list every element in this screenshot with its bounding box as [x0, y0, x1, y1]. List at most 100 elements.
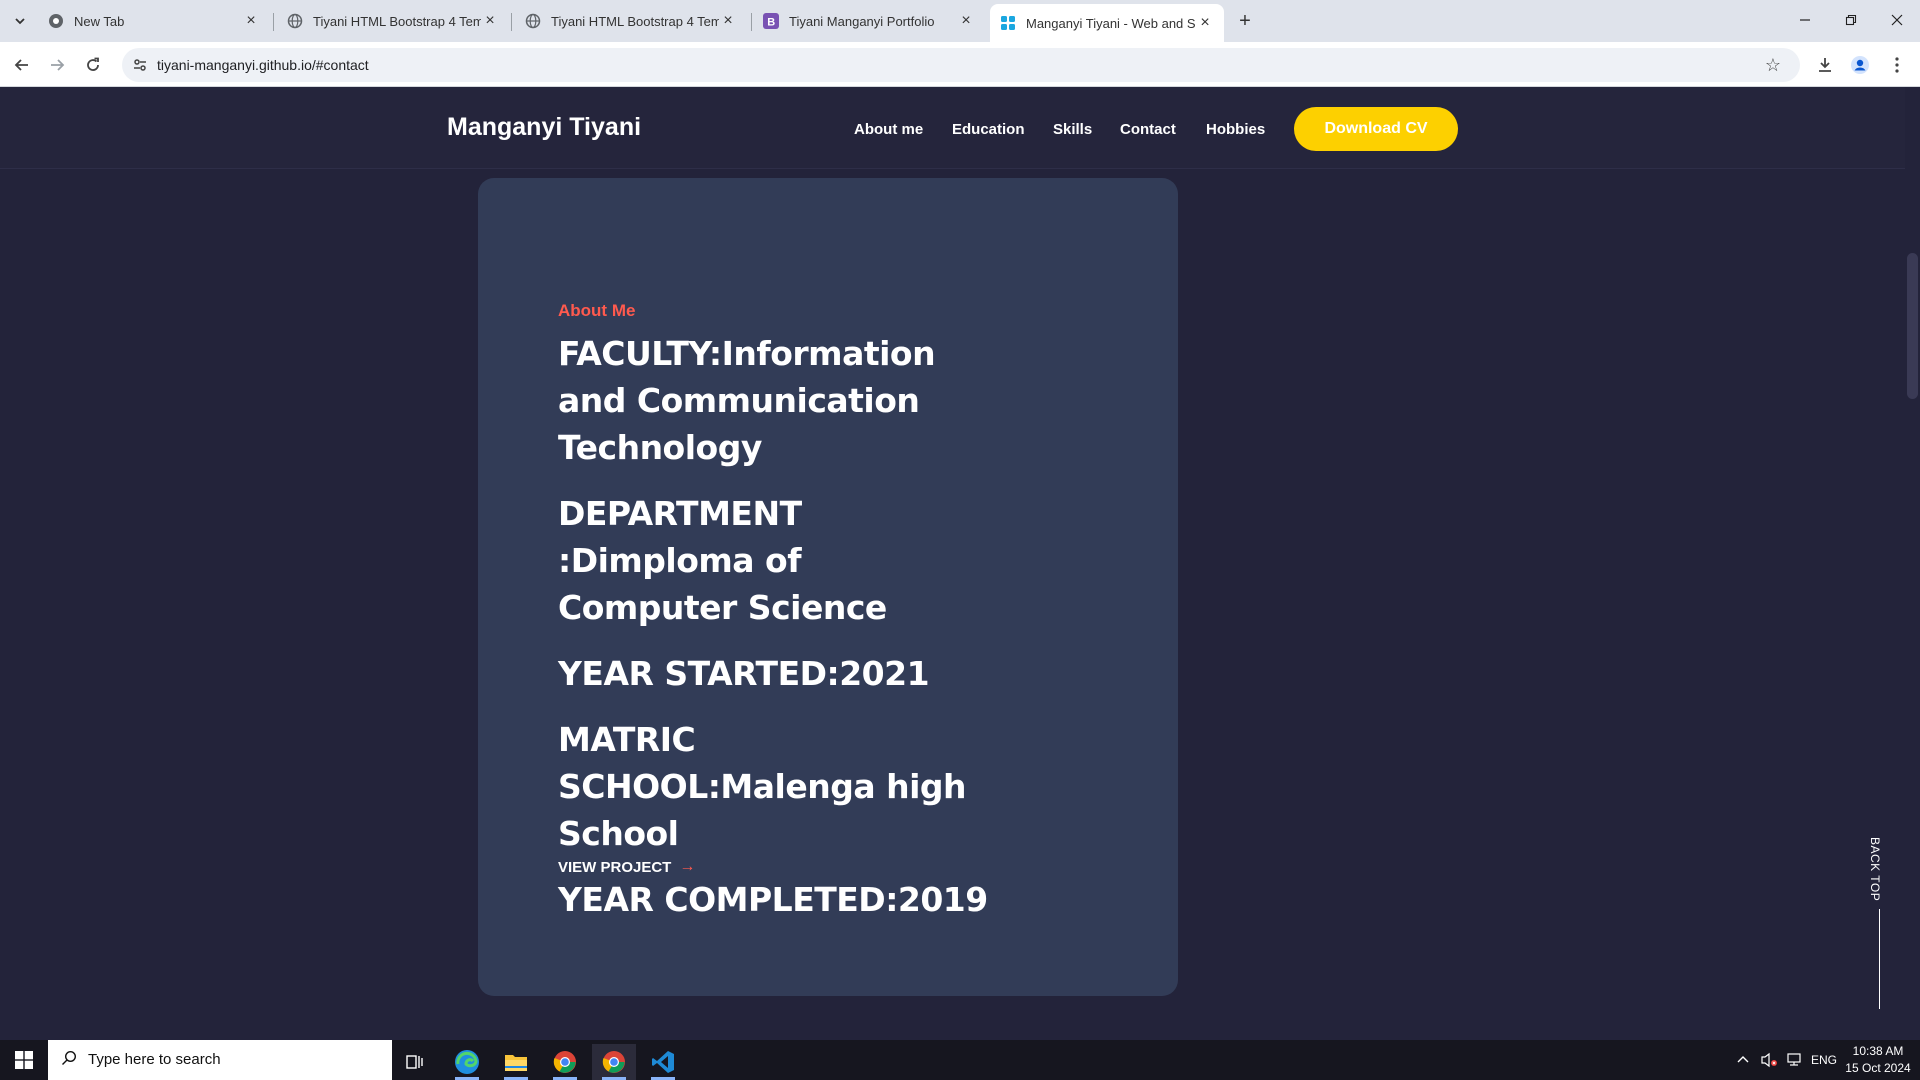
taskbar-chrome-1[interactable]: [543, 1044, 587, 1080]
reload-icon: [87, 57, 99, 71]
tray-chevron-up-icon[interactable]: [1736, 1040, 1750, 1080]
tab-bar: New Tab × Tiyani HTML Bootstrap 4 Templ …: [0, 0, 1920, 42]
education-facts: FACULTY:Information and Communication Te…: [558, 330, 988, 942]
fact-department: DEPARTMENT :Dimploma of Computer Science: [558, 494, 887, 627]
tab-title: New Tab: [74, 13, 125, 29]
input-language[interactable]: ENG: [1811, 1040, 1837, 1080]
close-tab-icon[interactable]: ×: [957, 12, 975, 30]
site-settings-icon[interactable]: [130, 55, 150, 75]
site-icon: [1000, 15, 1016, 31]
site-brand[interactable]: Manganyi Tiyani: [447, 113, 641, 142]
chrome-icon: [48, 13, 64, 29]
menu-button[interactable]: [1883, 51, 1911, 79]
tab-title: Tiyani HTML Bootstrap 4 Templ: [551, 13, 719, 29]
view-project-label: VIEW PROJECT: [558, 858, 672, 876]
folder-icon: [505, 1055, 527, 1071]
search-placeholder: Type here to search: [88, 1051, 221, 1068]
tab-title: Manganyi Tiyani - Web and Sof: [1026, 15, 1196, 31]
tab-divider: [273, 13, 274, 31]
clock-date: 15 Oct 2024: [1845, 1061, 1911, 1075]
scrollbar-track[interactable]: [1905, 87, 1920, 1040]
address-bar[interactable]: tiyani-manganyi.github.io/#contact ☆: [122, 48, 1800, 82]
task-view-icon: [406, 1055, 423, 1069]
bootstrap-icon: B: [763, 13, 779, 29]
svg-text:B: B: [767, 17, 775, 29]
arrow-left-icon: [14, 59, 28, 71]
fact-faculty: FACULTY:Information and Communication Te…: [558, 334, 936, 467]
taskbar-file-explorer[interactable]: [494, 1044, 538, 1080]
section-eyebrow: About Me: [558, 301, 636, 320]
close-tab-icon[interactable]: ×: [242, 12, 260, 30]
about-card: About Me FACULTY:Information and Communi…: [478, 178, 1178, 996]
nav-link-education[interactable]: Education: [952, 121, 1025, 138]
chrome-icon: [602, 1051, 625, 1073]
view-project-link[interactable]: VIEW PROJECT →: [558, 858, 695, 876]
taskbar-clock[interactable]: 10:38 AM 15 Oct 2024: [1842, 1043, 1914, 1077]
clock-time: 10:38 AM: [1852, 1044, 1904, 1058]
close-tab-icon[interactable]: ×: [1196, 14, 1214, 32]
back-button[interactable]: [8, 51, 36, 79]
network-icon[interactable]: [1785, 1040, 1803, 1080]
tab-bootstrap-template-1[interactable]: Tiyani HTML Bootstrap 4 Templ ×: [277, 6, 509, 36]
back-top-label: BACK TOP: [1868, 837, 1882, 902]
kebab-menu-icon: [1895, 57, 1899, 73]
taskbar-vscode[interactable]: [641, 1044, 685, 1080]
arrow-right-icon: →: [679, 858, 696, 875]
nav-link-skills[interactable]: Skills: [1053, 121, 1092, 138]
fact-year-started: YEAR STARTED:2021: [558, 654, 930, 693]
tab-portfolio[interactable]: B Tiyani Manganyi Portfolio ×: [753, 6, 985, 36]
nav-link-about[interactable]: About me: [854, 121, 923, 138]
start-button[interactable]: [0, 1040, 48, 1080]
minimize-button[interactable]: [1782, 0, 1828, 40]
taskbar-chrome-2[interactable]: [592, 1044, 636, 1080]
nav-link-contact[interactable]: Contact: [1120, 121, 1176, 138]
fact-matric-school: MATRIC SCHOOL:Malenga high School: [558, 720, 967, 853]
restore-button[interactable]: [1828, 0, 1874, 40]
restore-icon: [1845, 14, 1857, 26]
arrow-right-icon: [51, 59, 65, 71]
close-window-button[interactable]: [1874, 0, 1920, 40]
chrome-icon: [553, 1051, 576, 1073]
web-page: Manganyi Tiyani About me Education Skill…: [0, 87, 1920, 1040]
back-top-line: [1879, 909, 1880, 1009]
forward-button[interactable]: [43, 51, 71, 79]
taskbar-edge[interactable]: [445, 1044, 489, 1080]
taskbar-search[interactable]: Type here to search: [48, 1040, 392, 1080]
profile-button[interactable]: [1846, 51, 1874, 79]
volume-muted-icon[interactable]: [1760, 1040, 1778, 1080]
browser-toolbar: tiyani-manganyi.github.io/#contact ☆: [0, 42, 1920, 87]
globe-icon: [287, 13, 303, 29]
nav-link-hobbies[interactable]: Hobbies: [1206, 121, 1265, 138]
tab-active-portfolio[interactable]: Manganyi Tiyani - Web and Sof ×: [990, 4, 1224, 42]
downloads-button[interactable]: [1811, 51, 1839, 79]
scrollbar-thumb[interactable]: [1907, 253, 1918, 399]
download-icon: [1819, 58, 1831, 72]
tab-title: Tiyani Manganyi Portfolio: [789, 13, 935, 29]
windows-taskbar: Type here to search ENG 10:38 AM 15 Oct …: [0, 1040, 1920, 1080]
close-tab-icon[interactable]: ×: [719, 12, 737, 30]
new-tab-button[interactable]: +: [1232, 8, 1258, 34]
tab-search-button[interactable]: [8, 9, 32, 33]
url-text: tiyani-manganyi.github.io/#contact: [157, 57, 369, 73]
tab-title: Tiyani HTML Bootstrap 4 Templ: [313, 13, 481, 29]
tab-new-tab[interactable]: New Tab ×: [38, 6, 270, 36]
vscode-icon: [652, 1051, 674, 1073]
close-icon: [1891, 14, 1903, 26]
edge-icon: [455, 1050, 479, 1074]
search-icon: [61, 1050, 77, 1071]
tab-divider: [751, 13, 752, 31]
chevron-down-icon: [15, 18, 25, 25]
fact-year-completed: YEAR COMPLETED:2019: [558, 880, 988, 919]
back-to-top-button[interactable]: BACK TOP: [1868, 837, 1892, 1040]
globe-icon: [525, 13, 541, 29]
reload-button[interactable]: [79, 51, 107, 79]
download-cv-button[interactable]: Download CV: [1294, 107, 1458, 151]
close-tab-icon[interactable]: ×: [481, 12, 499, 30]
minimize-icon: [1800, 19, 1810, 21]
bookmark-star-icon[interactable]: ☆: [1762, 54, 1784, 76]
tab-divider: [511, 13, 512, 31]
task-view-button[interactable]: [393, 1044, 437, 1080]
windows-logo-icon: [15, 1051, 33, 1069]
tab-bootstrap-template-2[interactable]: Tiyani HTML Bootstrap 4 Templ ×: [515, 6, 747, 36]
site-navbar: Manganyi Tiyani About me Education Skill…: [0, 87, 1905, 169]
